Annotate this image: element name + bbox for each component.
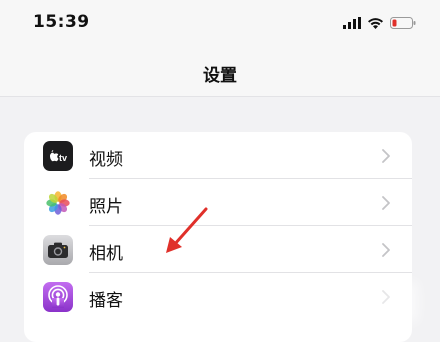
camera-icon	[43, 235, 73, 265]
status-icons	[343, 14, 416, 33]
battery-low-icon	[390, 14, 416, 33]
status-time: 15:39	[33, 12, 90, 32]
apple-tv-icon: tv	[43, 141, 73, 171]
page-title: 设置	[203, 66, 237, 86]
settings-row-label: 视频	[89, 150, 123, 170]
settings-row-photos[interactable]: 照片	[24, 179, 412, 226]
settings-row-label: 播客	[89, 291, 123, 311]
settings-row-label: 相机	[89, 244, 123, 264]
chevron-right-icon	[382, 195, 390, 214]
cellular-signal-icon	[343, 14, 361, 33]
chevron-right-icon	[382, 242, 390, 261]
photos-icon	[43, 188, 73, 218]
svg-text:tv: tv	[59, 153, 67, 163]
watermark-smudge	[328, 282, 418, 322]
settings-row-camera[interactable]: 相机	[24, 226, 412, 273]
wifi-icon	[367, 14, 384, 33]
settings-row-label: 照片	[89, 197, 123, 217]
nav-bar: 设置	[0, 46, 440, 97]
podcasts-icon	[43, 282, 73, 312]
chevron-right-icon	[382, 148, 390, 167]
settings-row-tv[interactable]: tv 视频	[24, 132, 412, 179]
status-bar: 15:39	[0, 0, 440, 46]
